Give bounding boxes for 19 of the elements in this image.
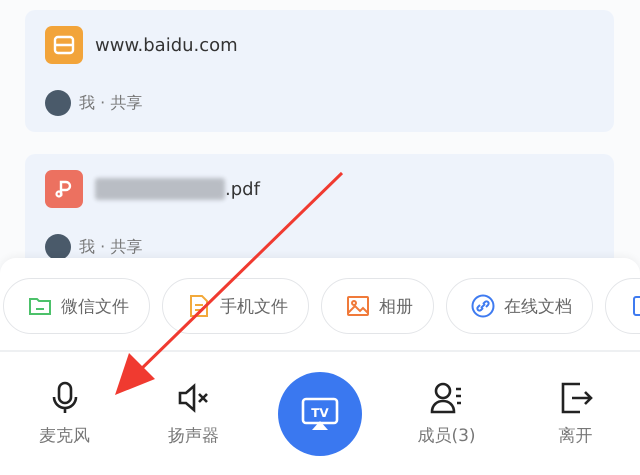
pdf-icon	[45, 170, 83, 208]
toolbar-button[interactable]: 麦克风	[0, 380, 129, 447]
browser-icon	[45, 26, 83, 64]
shared-item-card[interactable]: www.baidu.com 我 · 共享	[25, 10, 614, 132]
source-chip[interactable]: 相册	[321, 278, 434, 334]
source-chip[interactable]: 在线文档	[446, 278, 593, 334]
tv-label: TV	[311, 406, 329, 420]
avatar	[45, 234, 71, 260]
shared-item-title: www.baidu.com	[95, 34, 238, 56]
toolbar-button[interactable]: 离开	[511, 380, 640, 447]
toolbar-button[interactable]: 成员(3)	[382, 380, 511, 447]
source-chip[interactable]: 手机文件	[162, 278, 309, 334]
shared-by-label: 我 · 共享	[79, 236, 142, 258]
avatar	[45, 90, 71, 116]
cast-screen-button[interactable]: TV	[278, 372, 362, 456]
source-chip[interactable]: 微信文件	[3, 278, 150, 334]
shared-item-title: .pdf	[225, 178, 260, 200]
toolbar-button[interactable]: 扬声器	[129, 380, 258, 447]
shared-by-label: 我 · 共享	[79, 92, 142, 114]
